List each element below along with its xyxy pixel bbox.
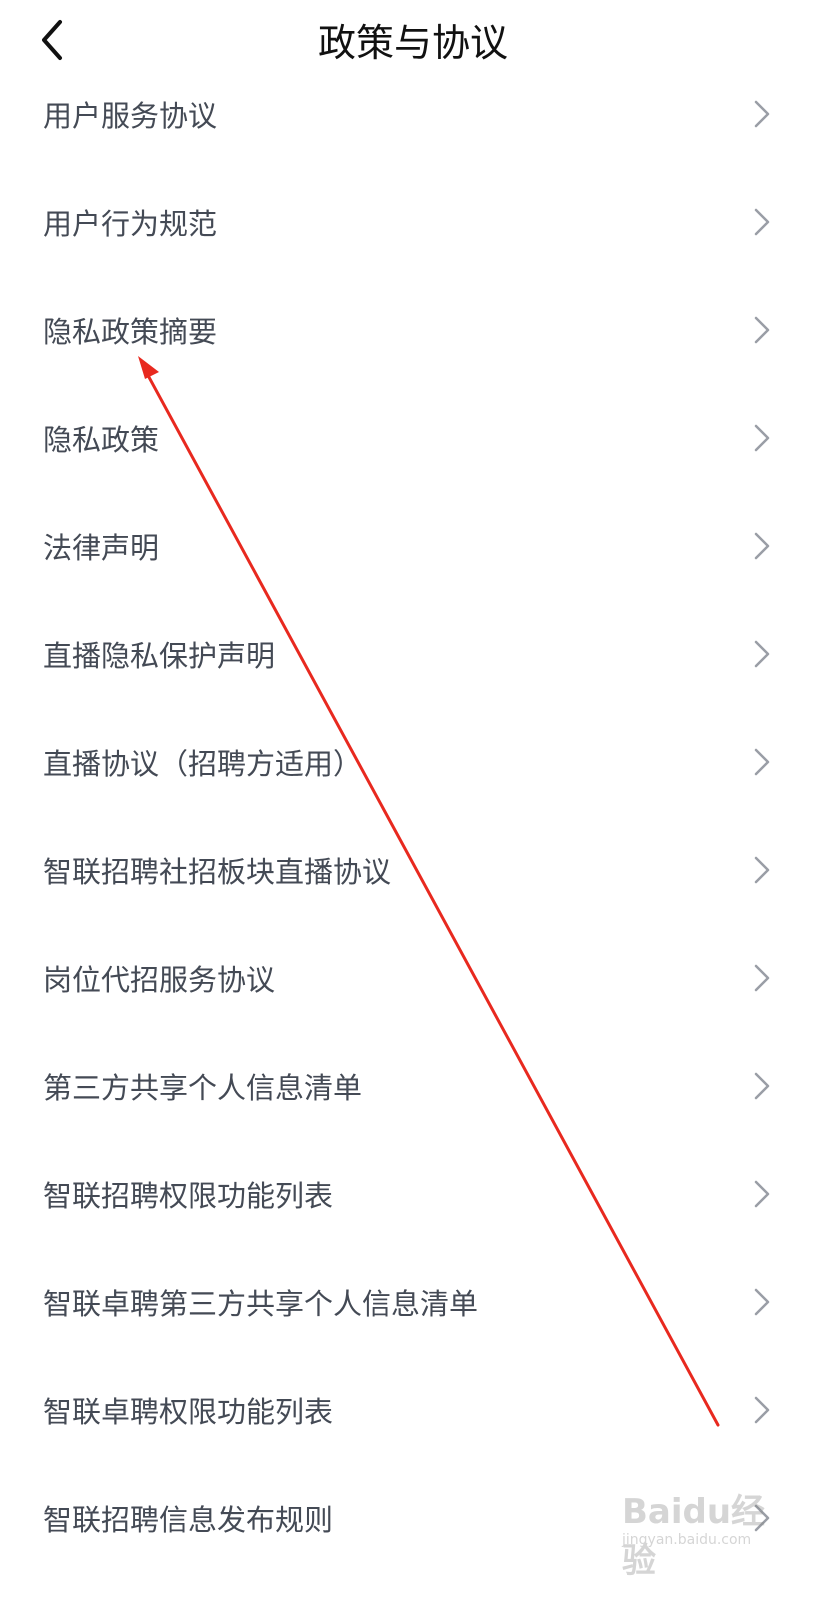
chevron-right-icon — [754, 208, 770, 236]
list-item-proxy-recruit[interactable]: 岗位代招服务协议 — [0, 924, 826, 1032]
chevron-right-icon — [754, 1180, 770, 1208]
chevron-right-icon — [754, 748, 770, 776]
list-item-user-conduct[interactable]: 用户行为规范 — [0, 168, 826, 276]
chevron-right-icon — [754, 1072, 770, 1100]
chevron-right-icon — [754, 316, 770, 344]
list-item-label: 直播隐私保护声明 — [43, 639, 276, 673]
list-item-user-service-agreement[interactable]: 用户服务协议 — [0, 60, 826, 168]
list-item-label: 智联招聘社招板块直播协议 — [43, 855, 392, 889]
page-title: 政策与协议 — [317, 21, 508, 65]
chevron-right-icon — [754, 640, 770, 668]
chevron-right-icon — [754, 1396, 770, 1424]
list-item-label: 用户服务协议 — [43, 99, 218, 133]
list-item-label: 智联卓聘第三方共享个人信息清单 — [43, 1287, 479, 1321]
list-item-permissions[interactable]: 智联招聘权限功能列表 — [0, 1140, 826, 1248]
list-item-third-party-sharing[interactable]: 第三方共享个人信息清单 — [0, 1032, 826, 1140]
chevron-right-icon — [754, 100, 770, 128]
list-item-label: 用户行为规范 — [43, 207, 218, 241]
list-item-label: 智联招聘权限功能列表 — [43, 1179, 334, 1213]
chevron-right-icon — [754, 1288, 770, 1316]
list-item-zhuopin-permissions[interactable]: 智联卓聘权限功能列表 — [0, 1356, 826, 1464]
list-item-label: 智联招聘信息发布规则 — [43, 1503, 334, 1537]
list-item-label: 第三方共享个人信息清单 — [43, 1071, 363, 1105]
list-item-live-agreement-recruiter[interactable]: 直播协议（招聘方适用） — [0, 708, 826, 816]
list-item-label: 直播协议（招聘方适用） — [43, 747, 363, 781]
chevron-right-icon — [754, 532, 770, 560]
list-item-label: 法律声明 — [43, 531, 160, 565]
list-item-label: 智联卓聘权限功能列表 — [43, 1395, 334, 1429]
list-item-publish-rules[interactable]: 智联招聘信息发布规则 — [0, 1464, 826, 1572]
list-item-zhuopin-third-party[interactable]: 智联卓聘第三方共享个人信息清单 — [0, 1248, 826, 1356]
chevron-right-icon — [754, 1504, 770, 1532]
list-item-legal-statement[interactable]: 法律声明 — [0, 492, 826, 600]
list-item-live-privacy[interactable]: 直播隐私保护声明 — [0, 600, 826, 708]
list-item-label: 隐私政策 — [43, 423, 160, 457]
list-item-label: 隐私政策摘要 — [43, 315, 218, 349]
chevron-right-icon — [754, 856, 770, 884]
chevron-right-icon — [754, 424, 770, 452]
list-item-privacy-summary[interactable]: 隐私政策摘要 — [0, 276, 826, 384]
list-item-privacy-policy[interactable]: 隐私政策 — [0, 384, 826, 492]
list-item-label: 岗位代招服务协议 — [43, 963, 276, 997]
list-item-social-recruit-live[interactable]: 智联招聘社招板块直播协议 — [0, 816, 826, 924]
chevron-right-icon — [754, 964, 770, 992]
